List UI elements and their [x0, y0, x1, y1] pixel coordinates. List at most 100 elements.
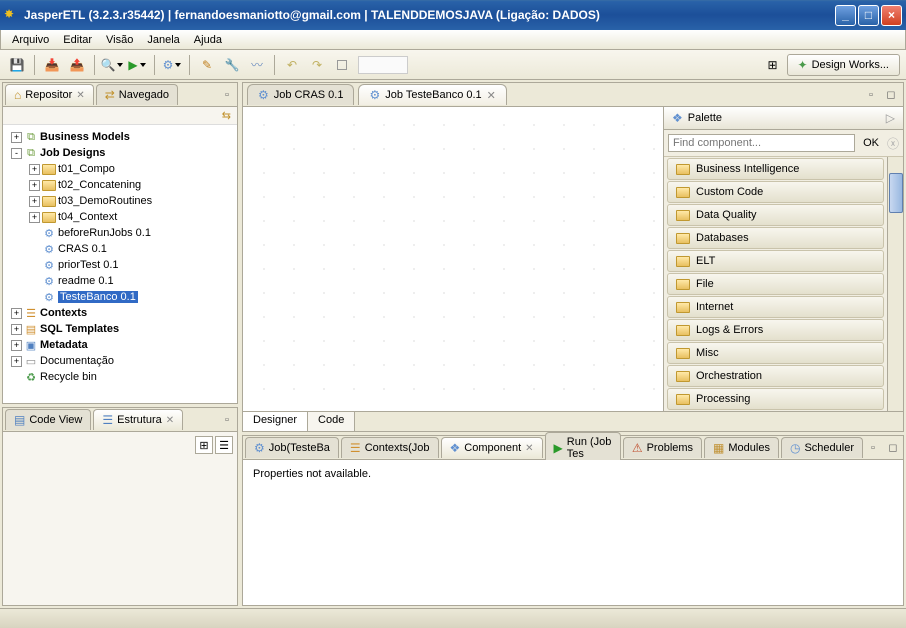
- tree-node[interactable]: +⧉Business Models: [5, 129, 235, 145]
- design-perspective-button[interactable]: ✦ Design Works...: [787, 54, 901, 76]
- bottom-tab[interactable]: ▶Run (Job Tes: [545, 432, 621, 463]
- editor-tab-testebanco[interactable]: ⚙ Job TesteBanco 0.1 ✕: [358, 84, 506, 105]
- palette-category[interactable]: File: [667, 273, 884, 295]
- minimize-view-icon[interactable]: ▫: [865, 440, 881, 456]
- tree-node[interactable]: +t03_DemoRoutines: [5, 193, 235, 209]
- chevron-right-icon[interactable]: ▷: [886, 111, 895, 125]
- tab-repositor[interactable]: ⌂ Repositor ✕: [5, 84, 94, 105]
- expand-icon[interactable]: +: [29, 196, 40, 207]
- minimize-view-icon[interactable]: ▫: [863, 87, 879, 103]
- palette-category[interactable]: ELT: [667, 250, 884, 272]
- tree-node[interactable]: +t01_Compo: [5, 161, 235, 177]
- spacer: [29, 228, 40, 239]
- palette-search-input[interactable]: [668, 134, 855, 152]
- menu-editar[interactable]: Editar: [56, 32, 99, 48]
- menu-visao[interactable]: Visão: [99, 32, 140, 48]
- maximize-view-icon[interactable]: ◻: [883, 87, 899, 103]
- tree-node[interactable]: +▭Documentação: [5, 353, 235, 369]
- outline-mode2-button[interactable]: ☰: [215, 436, 233, 454]
- import-button[interactable]: 📥: [41, 54, 63, 76]
- close-icon[interactable]: ✕: [525, 443, 533, 454]
- tree-node[interactable]: +☰Contexts: [5, 305, 235, 321]
- palette-category[interactable]: Data Quality: [667, 204, 884, 226]
- expand-icon[interactable]: +: [11, 308, 22, 319]
- tree-node[interactable]: ⚙readme 0.1: [5, 273, 235, 289]
- menu-janela[interactable]: Janela: [140, 32, 186, 48]
- expand-icon[interactable]: +: [11, 340, 22, 351]
- menu-arquivo[interactable]: Arquivo: [5, 32, 56, 48]
- palette-category[interactable]: Processing: [667, 388, 884, 410]
- outline-mode1-button[interactable]: ⊞: [195, 436, 213, 454]
- editor-tab-cras[interactable]: ⚙ Job CRAS 0.1: [247, 84, 354, 105]
- tree-node[interactable]: + t04_Context: [5, 209, 235, 225]
- tab-estrutura[interactable]: ☰ Estrutura ✕: [93, 409, 183, 430]
- design-canvas[interactable]: [243, 107, 663, 411]
- tab-code[interactable]: Code: [308, 412, 355, 431]
- tab-code-view[interactable]: ▤ Code View: [5, 409, 91, 430]
- perspective-switch-button[interactable]: ⊞: [762, 54, 784, 76]
- close-icon[interactable]: ✕: [76, 90, 84, 101]
- bottom-tab[interactable]: ⚠Problems: [623, 437, 702, 458]
- close-icon[interactable]: ✕: [166, 415, 174, 426]
- expand-icon[interactable]: +: [29, 164, 40, 175]
- close-button[interactable]: ×: [881, 5, 902, 26]
- folder-icon: [676, 348, 690, 359]
- undo-button[interactable]: ↶: [281, 54, 303, 76]
- tree-node[interactable]: ♻Recycle bin: [5, 369, 235, 385]
- maximize-button[interactable]: □: [858, 5, 879, 26]
- run-button[interactable]: ▶: [126, 54, 148, 76]
- tree-node[interactable]: ⚙priorTest 0.1: [5, 257, 235, 273]
- maximize-view-icon[interactable]: ◻: [885, 440, 901, 456]
- palette-category[interactable]: Business Intelligence: [667, 158, 884, 180]
- scrollbar[interactable]: [887, 157, 903, 411]
- wrench-button[interactable]: 🔧: [221, 54, 243, 76]
- expand-icon[interactable]: +: [29, 180, 40, 191]
- tab-designer[interactable]: Designer: [243, 412, 308, 431]
- expand-icon[interactable]: +: [11, 132, 22, 143]
- edit-button[interactable]: ✎: [196, 54, 218, 76]
- palette-category[interactable]: Orchestration: [667, 365, 884, 387]
- view-menu-icon[interactable]: ▫: [219, 412, 235, 428]
- clear-icon[interactable]: ⓧ: [887, 135, 899, 152]
- palette-category[interactable]: Custom Code: [667, 181, 884, 203]
- close-icon[interactable]: ✕: [487, 89, 496, 102]
- tree-node[interactable]: +t02_Concatening: [5, 177, 235, 193]
- toolbar-field[interactable]: [358, 56, 408, 74]
- tree-item-label: t04_Context: [58, 211, 117, 223]
- tree-node[interactable]: ⚙beforeRunJobs 0.1: [5, 225, 235, 241]
- chart-button[interactable]: 〰: [246, 54, 268, 76]
- bottom-tab[interactable]: ◷Scheduler: [781, 437, 863, 458]
- save-button[interactable]: 💾: [6, 54, 28, 76]
- spacer: [29, 292, 40, 303]
- swap-icon[interactable]: ⇆: [222, 109, 231, 122]
- view-menu-icon[interactable]: ▫: [219, 87, 235, 103]
- expand-icon[interactable]: +: [29, 212, 40, 223]
- collapse-icon[interactable]: -: [11, 148, 22, 159]
- tree-node[interactable]: ⚙TesteBanco 0.1: [5, 289, 235, 305]
- bottom-tab[interactable]: ▦Modules: [704, 437, 779, 458]
- tree-node[interactable]: ⚙CRAS 0.1: [5, 241, 235, 257]
- create-button[interactable]: ⚙: [161, 54, 183, 76]
- palette-category[interactable]: Databases: [667, 227, 884, 249]
- bottom-tab[interactable]: ❖Component✕: [441, 437, 543, 458]
- menu-ajuda[interactable]: Ajuda: [187, 32, 229, 48]
- tree-node[interactable]: +▣Metadata: [5, 337, 235, 353]
- bottom-tab[interactable]: ☰Contexts(Job: [341, 437, 439, 458]
- palette-category[interactable]: Misc: [667, 342, 884, 364]
- title-bar: ✸ JasperETL (3.2.3.r35442) | fernandoesm…: [0, 0, 906, 30]
- export-button[interactable]: 📤: [66, 54, 88, 76]
- expand-icon[interactable]: +: [11, 324, 22, 335]
- box-button[interactable]: [331, 54, 353, 76]
- minimize-button[interactable]: _: [835, 5, 856, 26]
- tab-navegado[interactable]: ⇄ Navegado: [96, 84, 178, 105]
- palette-search-ok[interactable]: OK: [859, 135, 883, 151]
- search-button[interactable]: 🔍: [101, 54, 123, 76]
- tree-node[interactable]: +▤SQL Templates: [5, 321, 235, 337]
- redo-button[interactable]: ↷: [306, 54, 328, 76]
- expand-icon[interactable]: +: [11, 356, 22, 367]
- status-bar: [0, 608, 906, 628]
- tree-node[interactable]: -⧉Job Designs: [5, 145, 235, 161]
- palette-category[interactable]: Logs & Errors: [667, 319, 884, 341]
- palette-category[interactable]: Internet: [667, 296, 884, 318]
- bottom-tab[interactable]: ⚙Job(TesteBa: [245, 437, 339, 458]
